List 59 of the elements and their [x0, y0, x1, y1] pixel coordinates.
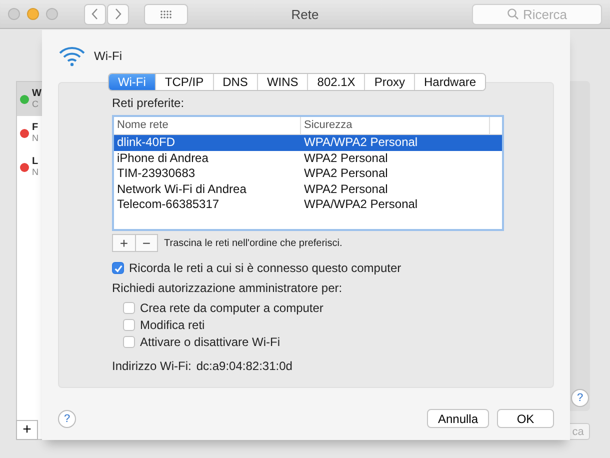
- service-name: L: [32, 156, 38, 167]
- add-button[interactable]: +: [16, 420, 38, 440]
- column-header[interactable]: Sicurezza: [301, 117, 490, 134]
- table-cell-text: TIM-23930683: [116, 166, 196, 182]
- help-button[interactable]: ?: [571, 389, 589, 407]
- help-button[interactable]: ?: [58, 410, 76, 428]
- chevron-right-icon: [114, 8, 122, 20]
- checkbox[interactable]: [112, 262, 124, 274]
- service-status: N: [32, 133, 38, 144]
- sheet-title: Wi-Fi: [94, 49, 122, 63]
- checkbox-label: Crea rete da computer a computer: [140, 301, 324, 315]
- network-row[interactable]: TIM-23930683 WPA2 Personal: [114, 166, 502, 182]
- back-button[interactable]: [84, 4, 106, 24]
- tab[interactable]: Hardware: [414, 74, 486, 90]
- grid-icon: [160, 10, 172, 18]
- section-label: Reti preferite:: [112, 96, 186, 110]
- sidebar-item[interactable]: F N: [17, 116, 45, 150]
- add-button[interactable]: +: [113, 235, 135, 251]
- network-row[interactable]: Telecom-66385317 WPA/WPA2 Personal: [114, 197, 502, 212]
- service-name: W: [32, 88, 42, 99]
- service-name: F: [32, 122, 38, 133]
- zoom-button[interactable]: [46, 8, 58, 20]
- table-cell-text: WPA/WPA2 Personal: [303, 197, 419, 212]
- network-row[interactable]: Network Wi-Fi di Andrea WPA2 Personal: [114, 182, 502, 197]
- dialog-button[interactable]: Annulla: [427, 409, 489, 428]
- minimize-button[interactable]: [27, 8, 39, 20]
- chevron-left-icon: [91, 8, 99, 20]
- table-cell-text: WPA2 Personal: [303, 182, 389, 197]
- remove-button[interactable]: −: [135, 235, 157, 251]
- table-cell-text: Network Wi-Fi di Andrea: [116, 182, 248, 197]
- checkbox-label: Modifica reti: [140, 318, 205, 332]
- checkbox-label: Attivare o disattivare Wi-Fi: [140, 335, 280, 349]
- sidebar-item[interactable]: L N: [17, 150, 45, 184]
- checkbox[interactable]: [123, 336, 135, 348]
- network-row[interactable]: iPhone di Andrea WPA2 Personal: [114, 150, 502, 166]
- service-status: C: [32, 99, 40, 110]
- close-button[interactable]: [8, 8, 20, 20]
- window-title: Rete: [291, 6, 319, 22]
- dialog-button[interactable]: OK: [497, 409, 554, 428]
- table-cell-text: WPA2 Personal: [303, 166, 389, 182]
- address-label: Indirizzo Wi-Fi:: [112, 359, 192, 373]
- section-label: Richiedi autorizzazione amministratore per:: [112, 281, 344, 295]
- wifi-icon: [58, 45, 86, 67]
- column-header[interactable]: Nome rete: [114, 117, 301, 134]
- checkbox[interactable]: [123, 319, 135, 331]
- table-cell-text: iPhone di Andrea: [116, 150, 210, 166]
- table-cell-text: WPA2 Personal: [303, 150, 389, 166]
- table-cell-text: Telecom-66385317: [116, 197, 220, 212]
- checkbox-label: Ricorda le reti a cui si è connesso questo computer: [129, 261, 402, 275]
- table-cell-text: WPA/WPA2 Personal: [303, 135, 419, 150]
- network-row[interactable]: dlink-40FD WPA/WPA2 Personal: [114, 135, 502, 150]
- show-all-button[interactable]: [144, 4, 188, 24]
- service-status: N: [32, 167, 38, 178]
- checkbox[interactable]: [123, 302, 135, 314]
- hint-text: Trascina le reti nell'ordine che preferisci.: [164, 238, 342, 248]
- table-cell-text: dlink-40FD: [116, 135, 176, 150]
- search-icon: [506, 8, 519, 20]
- forward-button[interactable]: [107, 4, 129, 24]
- address-value: dc:a9:04:82:31:0d: [196, 359, 292, 373]
